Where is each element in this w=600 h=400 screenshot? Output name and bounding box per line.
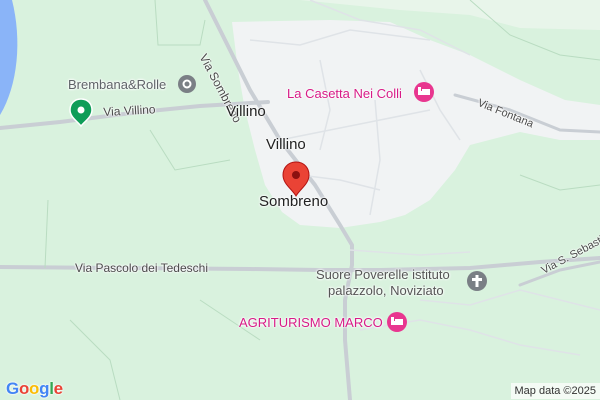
road-label-via-villino: Via Villino: [102, 102, 156, 119]
google-logo-e: e: [53, 379, 63, 398]
google-logo-o2: o: [29, 379, 40, 398]
map-attribution[interactable]: Map data ©2025: [510, 383, 600, 399]
google-logo-g2: g: [39, 379, 50, 398]
google-logo[interactable]: Google: [6, 379, 63, 399]
road-label-via-pascolo: Via Pascolo dei Tedeschi: [75, 261, 208, 275]
hotel-bed-icon[interactable]: [387, 312, 407, 332]
place-label-villino-top[interactable]: Villino: [226, 104, 266, 119]
poi-label-casetta[interactable]: La Casetta Nei Colli: [287, 87, 402, 100]
place-label-sombreno[interactable]: Sombreno: [259, 194, 328, 209]
poi-label-suore-line2[interactable]: palazzolo, Noviziato: [328, 284, 444, 297]
poi-label-suore-line1[interactable]: Suore Poverelle istituto: [316, 268, 450, 281]
gray-pin-icon[interactable]: [178, 75, 196, 93]
church-cross-icon[interactable]: [467, 271, 487, 291]
hotel-bed-icon[interactable]: [414, 82, 434, 102]
poi-label-brembana[interactable]: Brembana&Rolle: [68, 78, 166, 91]
poi-label-agriturismo[interactable]: AGRITURISMO MARCO: [239, 316, 383, 329]
place-label-villino-mid[interactable]: Villino: [266, 137, 306, 152]
google-logo-o1: o: [18, 379, 30, 398]
google-logo-g: G: [6, 379, 19, 398]
